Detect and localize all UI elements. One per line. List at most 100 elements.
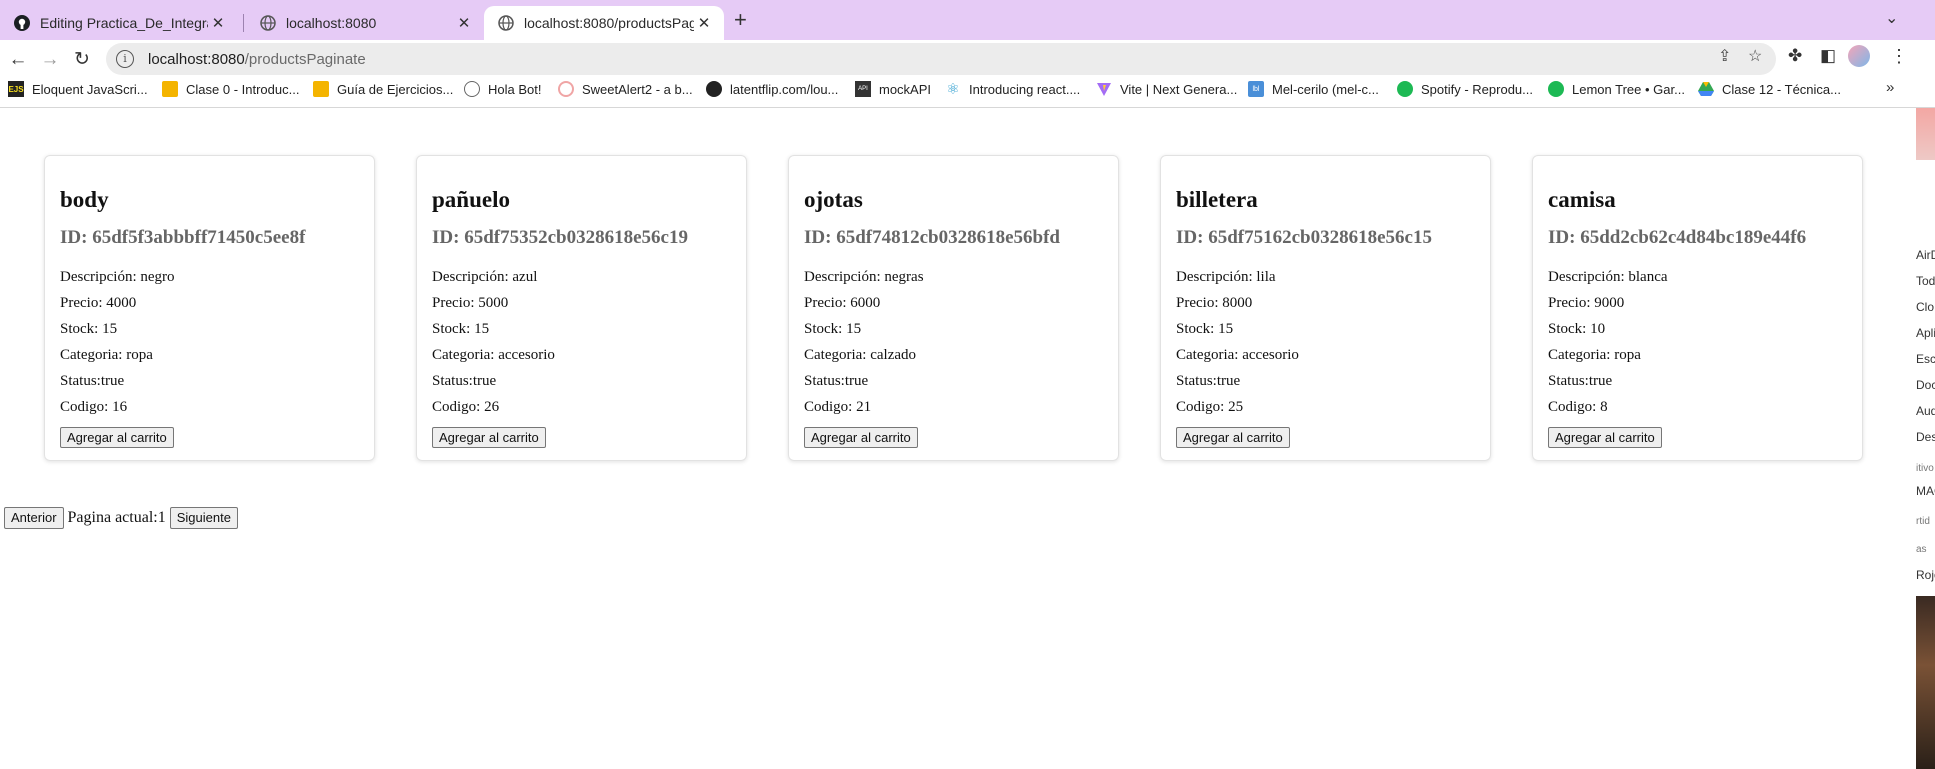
current-page-label: Pagina actual:1 xyxy=(67,509,166,526)
product-category: Categoria: ropa xyxy=(60,347,153,363)
bookmark-item[interactable]: ⚛ Introducing react.... xyxy=(945,75,1080,103)
tab-github-editing[interactable]: Editing Practica_De_Integracion ✕ xyxy=(0,6,238,40)
bookmark-label: Mel-cerilo (mel-c... xyxy=(1272,81,1379,97)
globe-icon xyxy=(498,15,514,31)
bookmark-item[interactable]: Clase 0 - Introduc... xyxy=(162,75,299,103)
site-info-icon[interactable]: i xyxy=(116,50,134,68)
product-status: Status:true xyxy=(1548,373,1613,389)
product-description: Descripción: negras xyxy=(804,269,924,285)
close-icon[interactable]: ✕ xyxy=(694,14,714,32)
product-title: ojotas xyxy=(804,187,863,212)
slides-icon xyxy=(162,81,178,97)
sliver-text: Escr xyxy=(1916,352,1935,366)
menu-kebab-icon[interactable]: ⋮ xyxy=(1890,46,1908,67)
tab-products-paginate[interactable]: localhost:8080/productsPaginate ✕ xyxy=(484,6,724,40)
forward-arrow-icon[interactable]: → xyxy=(36,46,64,74)
add-to-cart-button[interactable]: Agregar al carrito xyxy=(1176,427,1290,448)
close-icon[interactable]: ✕ xyxy=(208,14,228,32)
bookmark-item[interactable]: EJS Eloquent JavaScri... xyxy=(8,75,148,103)
tab-divider xyxy=(243,14,244,32)
bookmark-label: SweetAlert2 - a b... xyxy=(582,81,693,97)
close-icon[interactable]: ✕ xyxy=(454,14,474,32)
sliver-text: Tod xyxy=(1916,274,1935,288)
tab-title: Editing Practica_De_Integracion xyxy=(40,15,208,31)
bookmark-item[interactable]: Hola Bot! xyxy=(464,75,541,103)
vite-icon xyxy=(1096,81,1112,97)
tab-strip: Editing Practica_De_Integracion ✕ localh… xyxy=(0,0,1935,40)
sliver-text: Des xyxy=(1916,430,1935,444)
add-to-cart-button[interactable]: Agregar al carrito xyxy=(432,427,546,448)
product-stock: Stock: 15 xyxy=(60,321,118,337)
page-content: body ID: 65df5f3abbbff71450c5ee8f Descri… xyxy=(0,108,1916,769)
product-stock: Stock: 15 xyxy=(432,321,490,337)
product-stock: Stock: 10 xyxy=(1548,321,1606,337)
bookmark-label: Lemon Tree • Gar... xyxy=(1572,81,1685,97)
bookmark-item[interactable]: API mockAPI xyxy=(855,75,931,103)
product-code: Codigo: 16 xyxy=(60,399,128,415)
side-panel-icon[interactable]: ◧ xyxy=(1820,46,1836,66)
globe-icon xyxy=(706,81,722,97)
product-id: ID: 65df75162cb0328618e56c15 xyxy=(1176,227,1432,248)
drive-icon xyxy=(1698,81,1714,97)
chatgpt-icon xyxy=(464,81,480,97)
bookmark-item[interactable]: Lemon Tree • Gar... xyxy=(1548,75,1685,103)
mockapi-icon: API xyxy=(855,81,871,97)
bookmark-label: Clase 0 - Introduc... xyxy=(186,81,300,97)
url-path: /productsPaginate xyxy=(244,50,366,68)
product-card: camisa ID: 65dd2cb62c4d84bc189e44f6 Desc… xyxy=(1532,155,1863,461)
sliver-text: itivo xyxy=(1916,463,1934,474)
address-bar[interactable]: i localhost:8080/productsPaginate xyxy=(106,43,1776,75)
bookmark-label: Guía de Ejercicios... xyxy=(337,81,454,97)
bookmark-star-icon[interactable]: ☆ xyxy=(1748,46,1762,66)
product-card: ojotas ID: 65df74812cb0328618e56bfd Desc… xyxy=(788,155,1119,461)
back-arrow-icon[interactable]: ← xyxy=(4,46,32,74)
spotify-icon xyxy=(1397,81,1413,97)
tab-title: localhost:8080/productsPaginate xyxy=(524,15,694,31)
tab-localhost[interactable]: localhost:8080 ✕ xyxy=(246,6,484,40)
sliver-text: Clo xyxy=(1916,300,1935,314)
sliver-text: AirD xyxy=(1916,248,1935,262)
product-description: Descripción: azul xyxy=(432,269,538,285)
profile-icon: lbl xyxy=(1248,81,1264,97)
add-to-cart-button[interactable]: Agregar al carrito xyxy=(804,427,918,448)
product-description: Descripción: lila xyxy=(1176,269,1276,285)
background-window-sliver: AirD Tod Clo Aplic Escr Doc Aud Des itiv… xyxy=(1916,108,1935,769)
add-to-cart-button[interactable]: Agregar al carrito xyxy=(60,427,174,448)
bookmark-item[interactable]: SweetAlert2 - a b... xyxy=(558,75,693,103)
product-status: Status:true xyxy=(1176,373,1241,389)
reload-icon[interactable]: ↻ xyxy=(68,46,96,74)
product-title: pañuelo xyxy=(432,187,510,212)
product-price: Precio: 5000 xyxy=(432,295,509,311)
product-stock: Stock: 15 xyxy=(1176,321,1234,337)
bookmark-item[interactable]: Spotify - Reprodu... xyxy=(1397,75,1533,103)
bookmark-item[interactable]: Guía de Ejercicios... xyxy=(313,75,453,103)
sliver-text: Aud xyxy=(1916,404,1935,418)
extensions-puzzle-icon[interactable]: ✤ xyxy=(1788,46,1802,66)
bookmark-label: Vite | Next Genera... xyxy=(1120,81,1238,97)
more-bookmarks-chevron-icon[interactable]: » xyxy=(1886,79,1894,96)
url-host: localhost:8080 xyxy=(148,50,245,68)
add-to-cart-button[interactable]: Agregar al carrito xyxy=(1548,427,1662,448)
next-page-button[interactable]: Siguiente xyxy=(169,507,238,529)
product-category: Categoria: accesorio xyxy=(1176,347,1299,363)
bookmark-item[interactable]: lbl Mel-cerilo (mel-c... xyxy=(1248,75,1379,103)
product-code: Codigo: 26 xyxy=(432,399,500,415)
bookmark-item[interactable]: latentflip.com/lou... xyxy=(706,75,838,103)
bookmark-label: Clase 12 - Técnica... xyxy=(1722,81,1841,97)
share-icon[interactable]: ⇪ xyxy=(1718,46,1731,66)
previous-page-button[interactable]: Anterior xyxy=(4,507,64,529)
bookmark-item[interactable]: Clase 12 - Técnica... xyxy=(1698,75,1841,103)
avatar[interactable] xyxy=(1848,45,1870,67)
new-tab-plus-icon[interactable]: + xyxy=(734,8,747,32)
spotify-icon xyxy=(1548,81,1564,97)
product-category: Categoria: ropa xyxy=(1548,347,1641,363)
product-price: Precio: 6000 xyxy=(804,295,881,311)
bookmark-item[interactable]: Vite | Next Genera... xyxy=(1096,75,1237,103)
sliver-text: Rojo xyxy=(1916,568,1935,582)
tab-search-chevron-icon[interactable]: ⌄ xyxy=(1885,8,1898,28)
background-photo xyxy=(1916,596,1935,769)
github-icon xyxy=(14,15,30,31)
pagination: Anterior Pagina actual:1 Siguiente xyxy=(4,507,238,529)
product-status: Status:true xyxy=(432,373,497,389)
tab-title: localhost:8080 xyxy=(286,15,377,31)
